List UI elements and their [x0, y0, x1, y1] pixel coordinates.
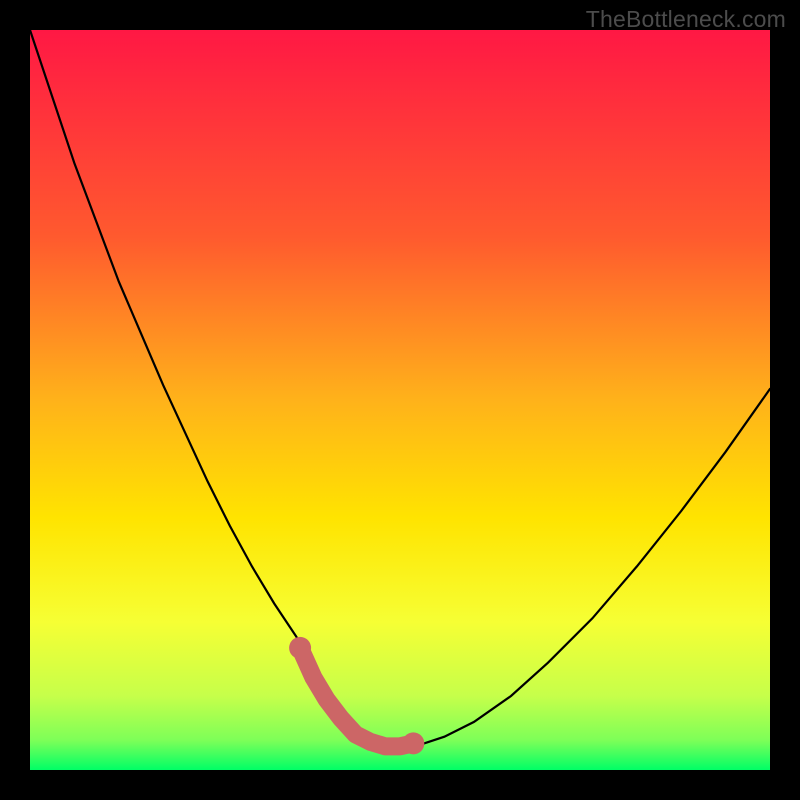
chart-svg: [30, 30, 770, 770]
marker-end-dot: [402, 732, 424, 754]
gradient-background: [30, 30, 770, 770]
marker-end-dot: [289, 637, 311, 659]
chart-frame: TheBottleneck.com: [0, 0, 800, 800]
plot-area: [30, 30, 770, 770]
watermark-text: TheBottleneck.com: [586, 6, 786, 33]
